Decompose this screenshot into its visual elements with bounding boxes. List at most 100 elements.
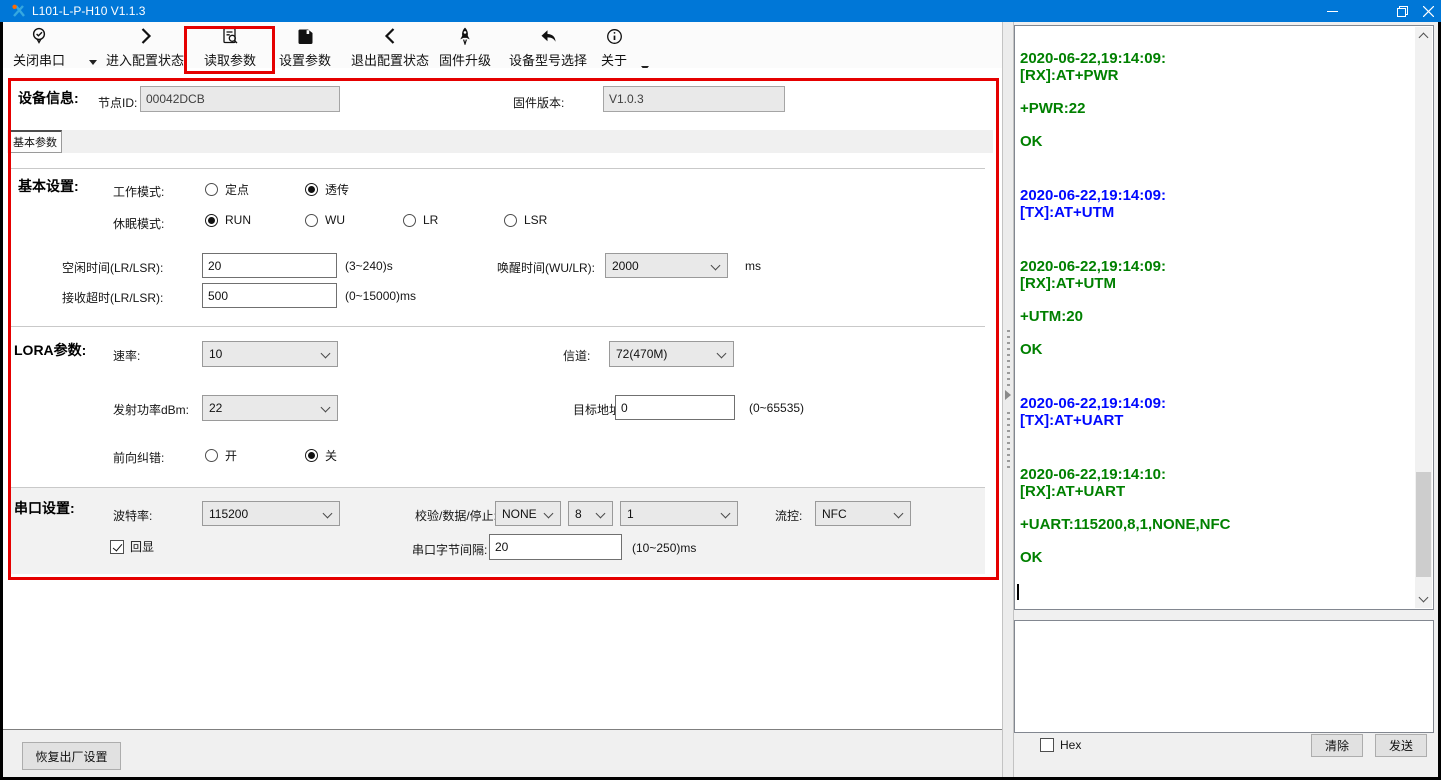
text-cursor xyxy=(1017,584,1019,600)
minimize-button[interactable] xyxy=(1312,0,1352,22)
tab-basic-params[interactable]: 基本参数 xyxy=(8,130,62,153)
echo-label: 回显 xyxy=(130,538,154,555)
checkbox-icon xyxy=(1040,738,1054,752)
parity-value: NONE xyxy=(502,507,537,521)
divider xyxy=(11,326,985,327)
node-id-field[interactable] xyxy=(140,86,340,112)
splitter-grip xyxy=(1007,330,1010,390)
rate-select[interactable]: 10 xyxy=(202,341,338,367)
title-bar: L101-L-P-H10 V1.1.3 xyxy=(0,0,1441,22)
chevron-down-icon xyxy=(321,349,331,359)
byte-interval-range: (10~250)ms xyxy=(632,541,696,555)
radio-icon xyxy=(403,214,416,227)
parity-data-stop-label: 校验/数据/停止: xyxy=(415,507,497,524)
target-address-range: (0~65535) xyxy=(749,401,804,415)
send-input[interactable] xyxy=(1014,620,1434,733)
firmware-version-label: 固件版本: xyxy=(513,94,564,111)
firmware-version-field[interactable] xyxy=(603,86,785,112)
radio-sleep-lsr[interactable]: LSR xyxy=(504,213,547,227)
panel-splitter[interactable] xyxy=(1002,22,1014,777)
stop-bits-select[interactable]: 1 xyxy=(620,501,738,526)
baud-select[interactable]: 115200 xyxy=(202,501,340,526)
clear-button[interactable]: 清除 xyxy=(1311,734,1363,757)
hex-checkbox[interactable]: Hex xyxy=(1040,738,1081,752)
idle-time-field[interactable] xyxy=(202,253,337,278)
log-entry: OK xyxy=(1020,549,1413,566)
log-scrollbar[interactable] xyxy=(1415,27,1432,608)
idle-time-label: 空闲时间(LR/LSR): xyxy=(62,259,163,276)
toolbar-button-exit-config[interactable]: 退出配置状态 xyxy=(351,23,429,68)
idle-time-range: (3~240)s xyxy=(345,259,393,273)
radio-icon xyxy=(305,214,318,227)
serial-section-label: 串口设置: xyxy=(14,498,75,518)
target-address-field[interactable] xyxy=(615,395,735,420)
log-entry: +UART:115200,8,1,NONE,NFC xyxy=(1020,516,1413,533)
pin-check-icon xyxy=(30,26,48,45)
toolbar-button-close-serial[interactable]: 关闭串口 xyxy=(13,23,65,68)
radio-icon xyxy=(205,183,218,196)
log-entry: +PWR:22 xyxy=(1020,100,1413,117)
rx-timeout-label: 接收超时(LR/LSR): xyxy=(62,289,163,306)
checkbox-icon xyxy=(110,540,124,554)
radio-work-mode-fixed[interactable]: 定点 xyxy=(205,181,249,198)
radio-icon xyxy=(205,449,218,462)
wake-time-select[interactable]: 2000 xyxy=(605,253,728,278)
radio-fec-off[interactable]: 关 xyxy=(305,447,337,464)
toolbar-button-read-params[interactable]: 读取参数 xyxy=(204,23,256,68)
toolbar-button-device-model[interactable]: 设备型号选择 xyxy=(509,23,587,68)
chevron-down-icon xyxy=(321,403,331,413)
radio-label: RUN xyxy=(225,213,251,227)
radio-label: WU xyxy=(325,213,345,227)
toolbar-button-about[interactable]: 关于 xyxy=(601,23,627,68)
lora-section-label: LORA参数: xyxy=(14,340,86,360)
byte-interval-field[interactable] xyxy=(489,534,622,560)
radio-icon xyxy=(305,183,318,196)
toolbar-button-label: 进入配置状态 xyxy=(106,54,184,68)
document-search-icon xyxy=(221,26,239,45)
factory-reset-button[interactable]: 恢复出厂设置 xyxy=(22,742,121,770)
work-mode-label: 工作模式: xyxy=(113,183,164,200)
toolbar-button-label: 关于 xyxy=(601,54,627,68)
radio-label: 开 xyxy=(225,447,237,464)
channel-select[interactable]: 72(470M) xyxy=(609,341,734,367)
toolbar-button-firmware-upgrade[interactable]: 固件升级 xyxy=(439,23,491,68)
app-logo-icon xyxy=(12,4,26,23)
toolbar-button-set-params[interactable]: 设置参数 xyxy=(279,23,331,68)
radio-label: 定点 xyxy=(225,181,249,198)
send-button[interactable]: 发送 xyxy=(1375,734,1427,757)
wake-time-label: 唤醒时间(WU/LR): xyxy=(497,259,595,276)
rx-timeout-field[interactable] xyxy=(202,283,337,308)
tx-power-label: 发射功率dBm: xyxy=(113,401,189,418)
chevron-left-icon xyxy=(384,26,397,45)
radio-sleep-run[interactable]: RUN xyxy=(205,213,251,227)
sleep-mode-label: 休眠模式: xyxy=(113,215,164,232)
tx-power-select[interactable]: 22 xyxy=(202,395,338,421)
log-entry: OK xyxy=(1020,133,1413,150)
node-id-label: 节点ID: xyxy=(98,94,137,111)
scroll-down-icon[interactable] xyxy=(1415,591,1432,608)
hex-label: Hex xyxy=(1060,738,1081,752)
close-button[interactable] xyxy=(1415,0,1441,22)
flow-control-select[interactable]: NFC xyxy=(815,501,911,526)
log-entry: OK xyxy=(1020,341,1413,358)
toolbar-button-label: 固件升级 xyxy=(439,54,491,68)
radio-icon xyxy=(205,214,218,227)
log-output[interactable]: 2020-06-22,19:14:09: [RX]:AT+PWR +PWR:22… xyxy=(1014,25,1434,610)
chevron-down-icon xyxy=(721,509,731,519)
radio-fec-on[interactable]: 开 xyxy=(205,447,237,464)
parity-select[interactable]: NONE xyxy=(495,501,561,526)
splitter-collapse-icon[interactable] xyxy=(1005,390,1011,400)
echo-checkbox[interactable]: 回显 xyxy=(110,538,154,555)
radio-sleep-lr[interactable]: LR xyxy=(403,213,438,227)
scroll-up-icon[interactable] xyxy=(1415,27,1432,44)
data-bits-select[interactable]: 8 xyxy=(568,501,613,526)
toolbar-button-enter-config[interactable]: 进入配置状态 xyxy=(106,23,184,68)
rocket-icon xyxy=(457,26,473,45)
fec-label: 前向纠错: xyxy=(113,449,164,466)
baud-value: 115200 xyxy=(209,507,248,521)
chevron-down-icon[interactable] xyxy=(89,60,97,65)
radio-label: LSR xyxy=(524,213,547,227)
radio-sleep-wu[interactable]: WU xyxy=(305,213,345,227)
radio-work-mode-transparent[interactable]: 透传 xyxy=(305,181,349,198)
scrollbar-thumb[interactable] xyxy=(1416,472,1431,577)
